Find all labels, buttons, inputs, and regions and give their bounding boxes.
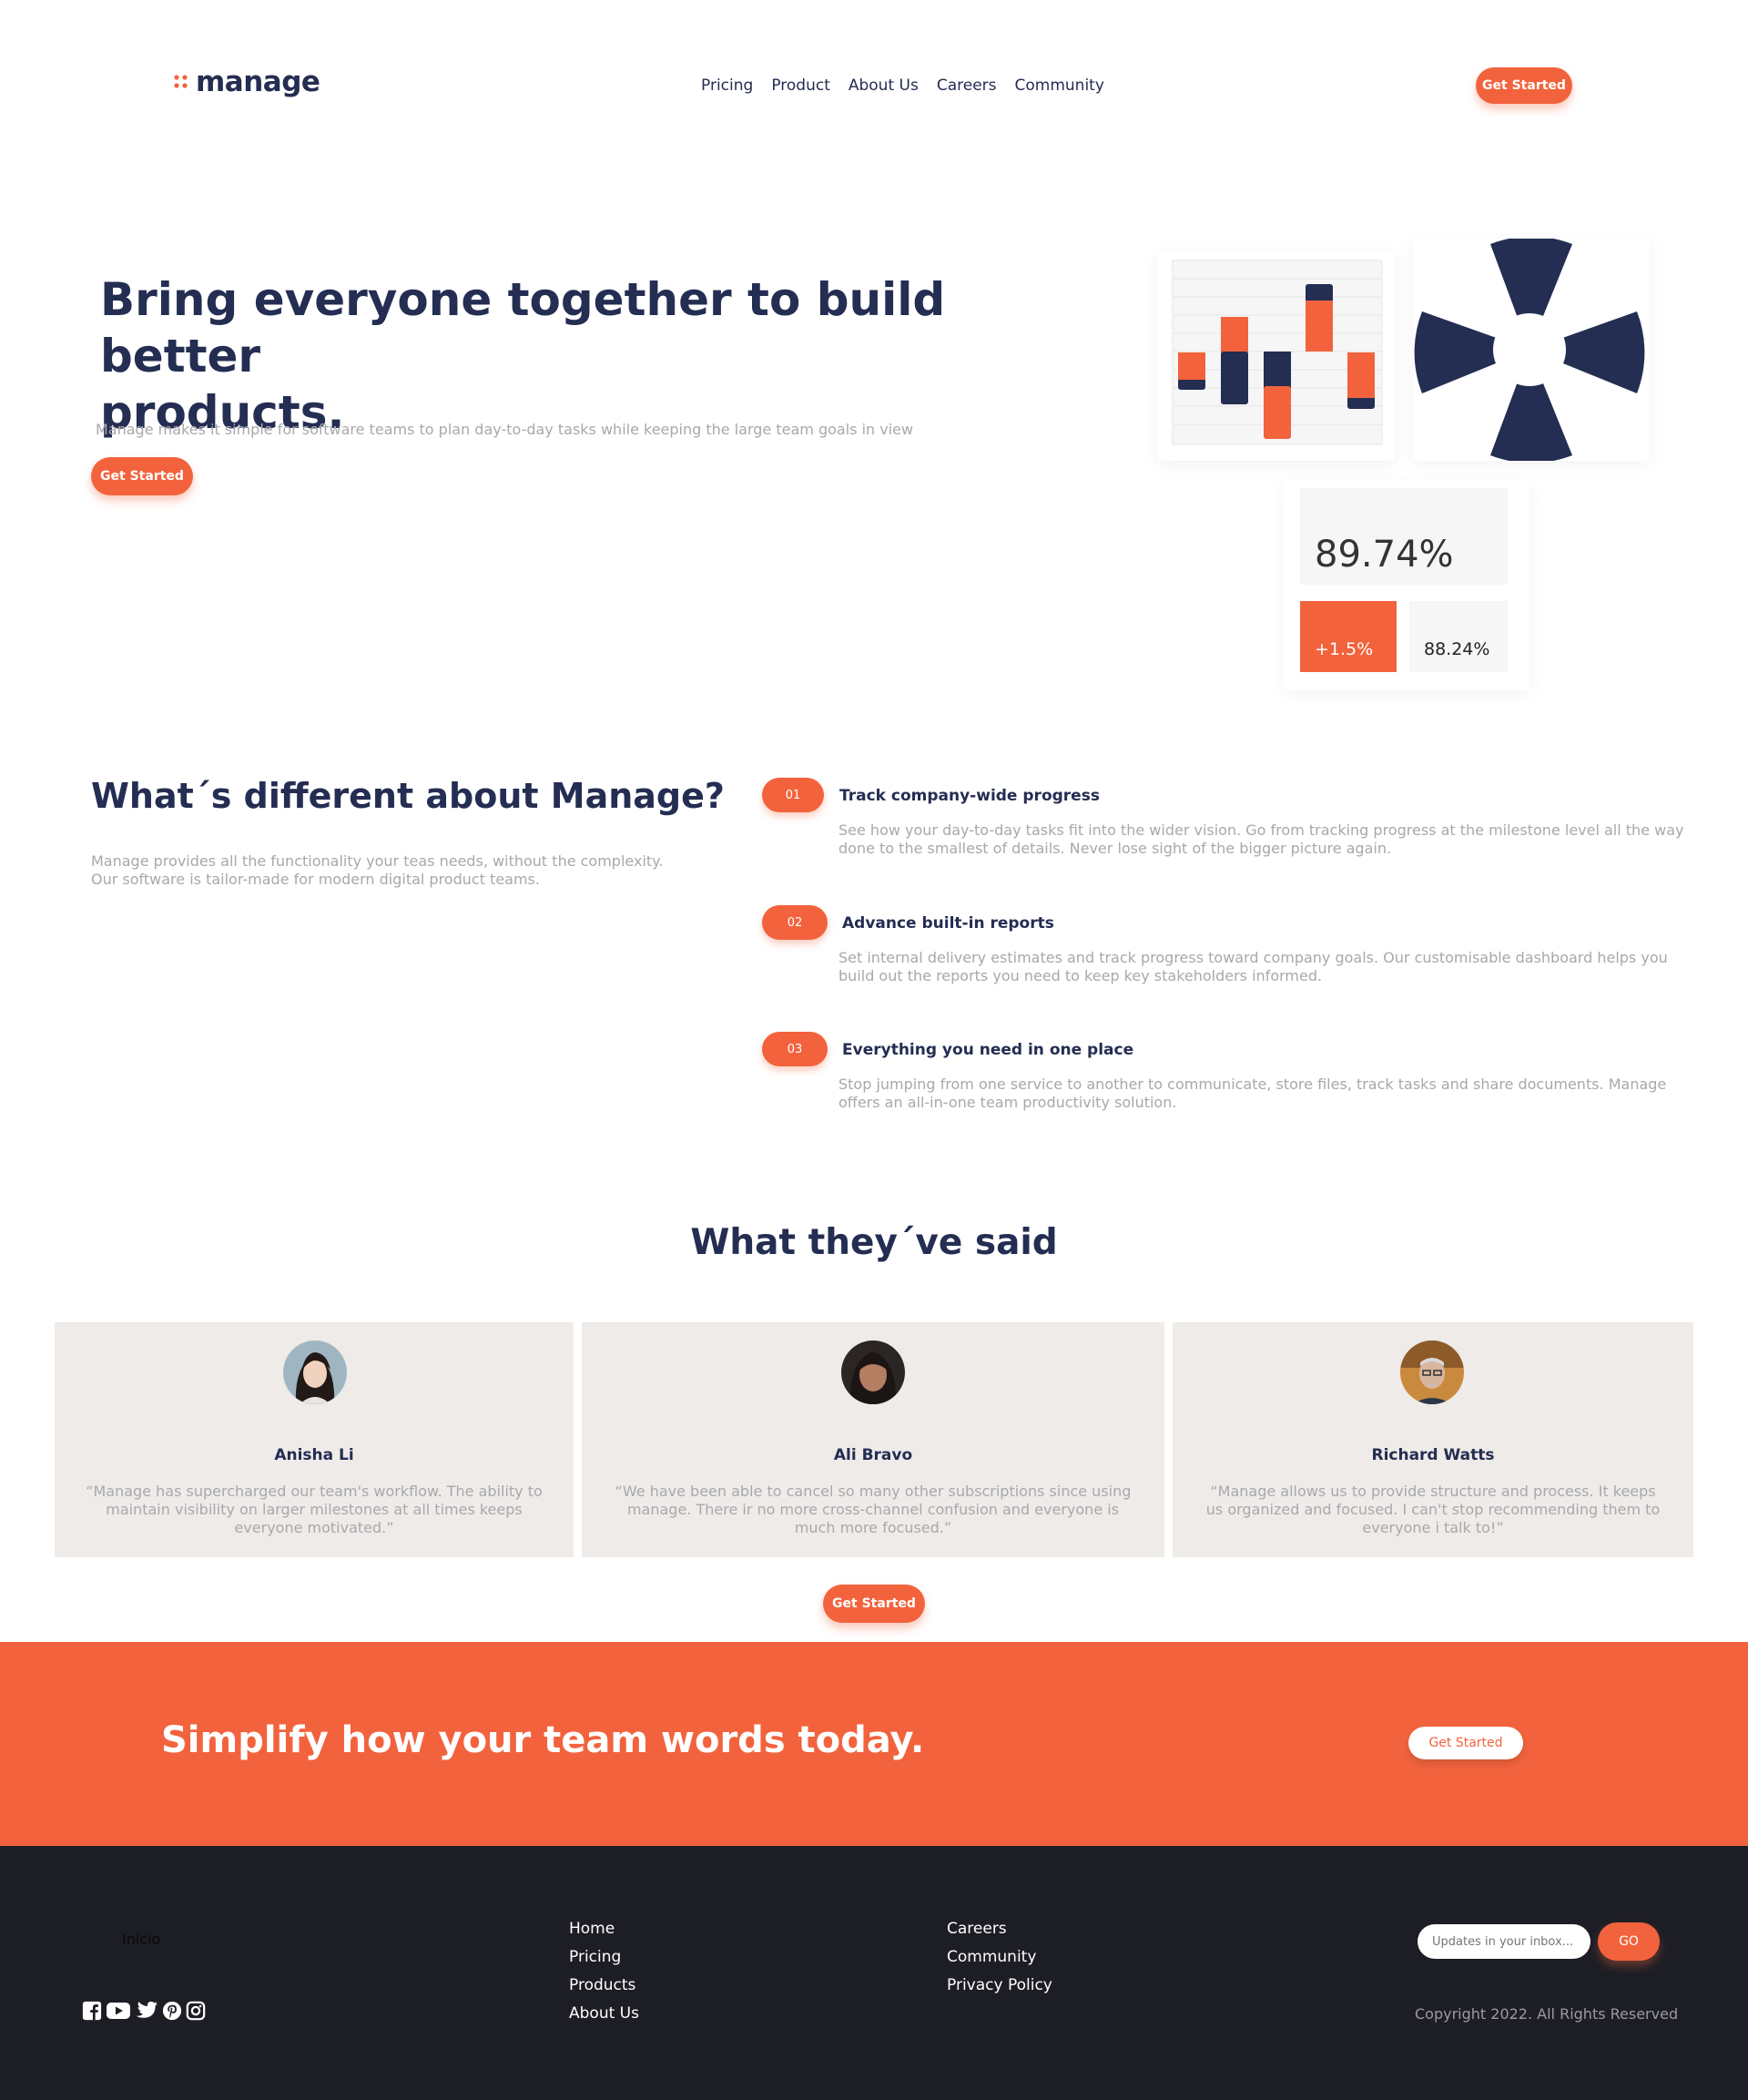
feature-title: Track company-wide progress [839, 787, 1100, 805]
logo-text: manage [196, 66, 320, 98]
testimonial-quote: “Manage allows us to provide structure a… [1205, 1483, 1661, 1536]
nav-pricing[interactable]: Pricing [701, 76, 753, 95]
stats-delta-box: +1.5% [1300, 601, 1397, 672]
header-get-started-button[interactable]: Get Started [1476, 67, 1572, 104]
illustration-bar [1264, 352, 1291, 388]
footer-link-pricing[interactable]: Pricing [569, 1948, 639, 1966]
avatar-richard-icon [1400, 1341, 1464, 1404]
feature-number-badge: 03 [762, 1032, 828, 1066]
illustration-bar [1178, 352, 1205, 380]
newsletter-email-input[interactable] [1418, 1924, 1590, 1959]
avatar [283, 1341, 347, 1404]
nav-about-us[interactable]: About Us [849, 76, 919, 95]
illustration-bar [1221, 317, 1248, 353]
testimonial-card: Anisha Li “Manage has supercharged our t… [55, 1322, 574, 1557]
feature-text: See how your day-to-day tasks fit into t… [838, 821, 1684, 857]
newsletter-go-button[interactable]: GO [1598, 1922, 1660, 1961]
testimonials-title: What they´ve said [690, 1222, 1058, 1263]
illustration-fan-card [1413, 236, 1650, 464]
cta-banner: Simplify how your team words today. Get … [0, 1642, 1748, 1846]
illustration-fan-chart [1414, 236, 1645, 464]
youtube-icon[interactable] [106, 2001, 131, 2021]
twitter-icon[interactable] [135, 2001, 158, 2021]
testimonial-name: Ali Bravo [833, 1446, 913, 1464]
avatar [1400, 1341, 1464, 1404]
avatar [841, 1341, 905, 1404]
illustration-bar [1306, 301, 1333, 352]
footer-link-about-us[interactable]: About Us [569, 2004, 639, 2023]
hero-title: Bring everyone together to build better … [100, 271, 1011, 441]
testimonial-quote: “We have been able to cancel so many oth… [615, 1483, 1132, 1536]
illustration-stats-card: 89.74% +1.5% 88.24% [1284, 481, 1530, 690]
stats-secondary-value: 88.24% [1424, 639, 1490, 659]
illustration-bar [1347, 352, 1375, 398]
illustration-bar-chart-card [1158, 251, 1395, 461]
footer-link-home[interactable]: Home [569, 1920, 639, 1938]
testimonial-card: Ali Bravo “We have been able to cancel s… [582, 1322, 1164, 1557]
footer-col-1: Home Pricing Products About Us [569, 1920, 639, 2033]
nav-product[interactable]: Product [771, 76, 830, 95]
copyright-text: Copyright 2022. All Rights Reserved [1415, 2005, 1679, 2023]
hero-title-line1: Bring everyone together to build better [100, 273, 946, 382]
feature-text: Stop jumping from one service to another… [838, 1075, 1667, 1111]
illustration-bar [1221, 352, 1248, 404]
avatar-anisha-icon [283, 1341, 347, 1404]
testimonial-name: Richard Watts [1371, 1446, 1495, 1464]
hero-subtitle: Manage makes it simple for software team… [96, 421, 914, 438]
different-title: What´s different about Manage? [91, 776, 725, 816]
feature-number-badge: 01 [762, 778, 824, 812]
testimonials-get-started-button[interactable]: Get Started [823, 1585, 925, 1623]
banner-get-started-button[interactable]: Get Started [1408, 1727, 1523, 1759]
stats-delta-value: +1.5% [1315, 639, 1374, 659]
different-text: Manage provides all the functionality yo… [91, 852, 664, 888]
social-icons [82, 2001, 206, 2021]
stats-secondary-box: 88.24% [1409, 601, 1508, 672]
stats-main-box: 89.74% [1300, 488, 1508, 585]
main-nav: Pricing Product About Us Careers Communi… [692, 76, 1113, 95]
footer-link-community[interactable]: Community [947, 1948, 1052, 1966]
pinterest-icon[interactable] [162, 2001, 182, 2021]
feature-title: Advance built-in reports [842, 914, 1054, 933]
illustration-bar [1264, 386, 1291, 439]
feature-title: Everything you need in one place [842, 1041, 1134, 1059]
banner-title: Simplify how your team words today. [161, 1719, 925, 1761]
hero-get-started-button[interactable]: Get Started [91, 457, 193, 495]
nav-careers[interactable]: Careers [937, 76, 997, 95]
testimonial-quote: “Manage has supercharged our team's work… [86, 1483, 543, 1536]
logo[interactable]: manage [174, 66, 320, 98]
feature-number-badge: 02 [762, 905, 828, 940]
avatar-ali-icon [841, 1341, 905, 1404]
stats-main-value: 89.74% [1315, 534, 1454, 576]
logo-dots-icon [174, 75, 188, 88]
nav-community[interactable]: Community [1015, 76, 1104, 95]
footer: Inicio Home Pricing Products About Us Ca… [0, 1846, 1748, 2100]
testimonial-name: Anisha Li [274, 1446, 354, 1464]
footer-logo[interactable]: Inicio [122, 1931, 160, 1948]
footer-link-privacy-policy[interactable]: Privacy Policy [947, 1976, 1052, 1994]
instagram-icon[interactable] [186, 2001, 206, 2021]
testimonial-card: Richard Watts “Manage allows us to provi… [1173, 1322, 1693, 1557]
footer-link-careers[interactable]: Careers [947, 1920, 1052, 1938]
footer-link-products[interactable]: Products [569, 1976, 639, 1994]
footer-col-2: Careers Community Privacy Policy [947, 1920, 1052, 2004]
illustration-bar-chart [1172, 260, 1383, 445]
feature-text: Set internal delivery estimates and trac… [838, 949, 1668, 984]
facebook-icon[interactable] [82, 2001, 102, 2021]
